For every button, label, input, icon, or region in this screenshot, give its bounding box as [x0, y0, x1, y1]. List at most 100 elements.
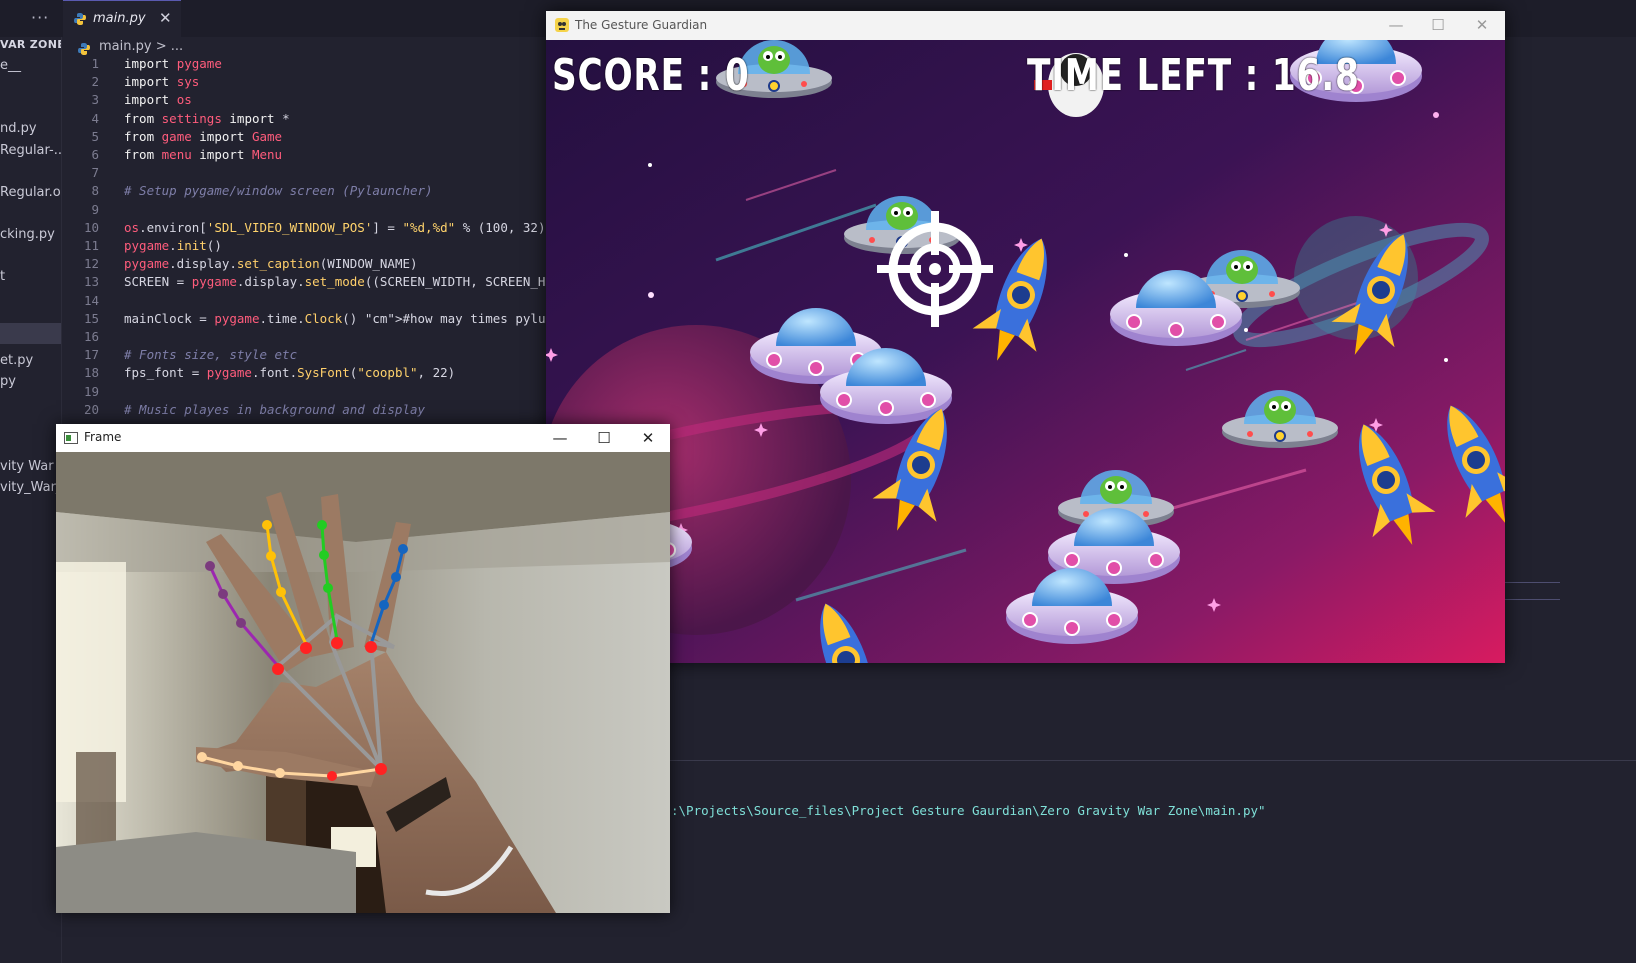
line-number: 12 [83, 256, 99, 272]
line-number: 5 [91, 128, 99, 144]
frame-title-bar[interactable]: Frame — ☐ ✕ [56, 424, 670, 452]
code-line[interactable]: 13 SCREEN = pygame.display.set_mode((SCRE… [61, 274, 571, 293]
code-line[interactable]: 3 import os [61, 92, 571, 111]
breadcrumb-tail[interactable]: ... [171, 39, 183, 54]
terminal-divider [670, 760, 1636, 761]
explorer-item[interactable]: Regular-... [0, 143, 61, 158]
line-number: 11 [83, 238, 99, 253]
explorer-item[interactable]: cking.py [0, 227, 55, 242]
code-text: # Setup pygame/window screen (Pylauncher… [124, 183, 433, 199]
line-number: 6 [91, 147, 99, 162]
explorer-item[interactable]: t [0, 269, 5, 284]
code-line[interactable]: 4 from settings import * [61, 111, 571, 130]
code-text: from menu import Menu [124, 147, 283, 162]
explorer-item[interactable]: vity War ... [0, 459, 61, 474]
more-actions-button[interactable]: ··· [31, 8, 49, 27]
game-window-title: The Gesture Guardian [575, 18, 708, 32]
line-number: 20 [83, 401, 99, 417]
code-line[interactable]: 16 [61, 329, 571, 348]
explorer-item[interactable]: et.py [0, 353, 33, 368]
code-line[interactable]: 20 # Music playes in background and displ… [61, 402, 571, 421]
breadcrumb: main.py > ... [77, 39, 183, 55]
panel-divider [1505, 599, 1560, 600]
code-text: fps_font = pygame.font.SysFont("coopbl",… [124, 365, 456, 381]
score-display: SCORE : 0 [552, 50, 750, 101]
explorer-sidebar: VAR ZONE e__ nd.py Regular-... Regular.o… [0, 37, 62, 963]
game-canvas[interactable]: SCORE : 0 TIME LEFT : 16.8 [546, 40, 1505, 663]
explorer-item[interactable]: e__ [0, 58, 21, 73]
code-line[interactable]: 10 os.environ['SDL_VIDEO_WINDOW_POS'] = "… [61, 220, 571, 239]
game-scene [546, 40, 1505, 663]
code-line[interactable]: 19 [61, 384, 571, 403]
code-line[interactable]: 18 fps_font = pygame.font.SysFont("coopbl… [61, 365, 571, 384]
maximize-button[interactable]: ☐ [1418, 13, 1458, 37]
code-text: # Fonts size, style etc [124, 347, 298, 363]
python-file-icon [78, 43, 90, 55]
code-line[interactable]: 8 # Setup pygame/window screen (Pylaunche… [61, 183, 571, 202]
line-number: 13 [83, 274, 99, 290]
code-line[interactable]: 2 import sys [61, 74, 571, 93]
line-number: 18 [83, 365, 99, 381]
line-number: 14 [83, 292, 99, 308]
code-line[interactable]: 14 [61, 293, 571, 312]
code-text: mainClock = pygame.time.Clock() "cm">#ho… [124, 310, 571, 326]
minimize-button[interactable]: — [540, 426, 580, 450]
opencv-window-icon [64, 432, 78, 444]
explorer-folder-title[interactable]: VAR ZONE [0, 38, 61, 51]
line-number: 1 [91, 56, 99, 71]
code-line[interactable]: 1 import pygame [61, 56, 571, 75]
code-line[interactable]: 11 pygame.init() [61, 238, 571, 257]
code-text: import pygame [124, 56, 222, 71]
breadcrumb-separator: > [155, 39, 167, 54]
line-number: 15 [83, 310, 99, 326]
close-button[interactable]: ✕ [1462, 13, 1502, 37]
code-line[interactable]: 17 # Fonts size, style etc [61, 347, 571, 366]
webcam-scene [56, 452, 670, 913]
code-line[interactable]: 9 [61, 202, 571, 221]
line-number: 17 [83, 347, 99, 363]
explorer-selection [0, 323, 61, 344]
minimize-button[interactable]: — [1376, 13, 1416, 37]
terminal-output: :\Projects\Source_files\Project Gesture … [671, 803, 1266, 818]
line-number: 16 [83, 329, 99, 344]
explorer-item[interactable]: vity_War_... [0, 480, 61, 495]
game-window[interactable]: The Gesture Guardian — ☐ ✕ SCORE: 0 TIM… [546, 11, 1505, 663]
code-text: from settings import * [124, 110, 290, 126]
frame-window-title: Frame [84, 430, 122, 444]
close-button[interactable]: ✕ [628, 426, 668, 450]
maximize-button[interactable]: ☐ [584, 426, 624, 450]
pygame-snake-icon [555, 18, 569, 32]
tab-main-py[interactable]: main.py ✕ [63, 0, 181, 38]
code-line[interactable]: 5 from game import Game [61, 129, 571, 148]
panel-divider [1505, 582, 1560, 583]
webcam-feed [56, 452, 670, 913]
line-number: 7 [91, 165, 99, 181]
time-left-display: TIME LEFT : 16.8 [1027, 50, 1360, 101]
editor-right-area [1505, 37, 1636, 963]
code-line[interactable]: 12 pygame.display.set_caption(WINDOW_NAME… [61, 256, 571, 275]
tab-close-icon[interactable]: ✕ [159, 9, 172, 27]
breadcrumb-file[interactable]: main.py [99, 39, 152, 54]
explorer-item[interactable]: nd.py [0, 121, 37, 136]
camera-frame-window[interactable]: Frame — ☐ ✕ [56, 424, 670, 913]
line-number: 19 [83, 383, 99, 399]
line-number: 4 [91, 110, 99, 126]
line-number: 3 [91, 92, 99, 108]
code-text: pygame.display.set_caption(WINDOW_NAME) [124, 256, 418, 272]
code-line[interactable]: 15 mainClock = pygame.time.Clock() "cm">#… [61, 311, 571, 330]
code-text: import sys [124, 74, 200, 90]
code-text: SCREEN = pygame.display.set_mode((SCREEN… [124, 274, 561, 290]
code-text: from game import Game [124, 128, 283, 144]
code-text: import os [124, 92, 192, 108]
line-number: 9 [91, 201, 99, 217]
explorer-item[interactable]: Regular.otf [0, 185, 61, 200]
line-number: 10 [83, 219, 99, 235]
code-line[interactable]: 6 from menu import Menu [61, 147, 571, 166]
line-number: 2 [91, 74, 99, 90]
game-title-bar[interactable]: The Gesture Guardian — ☐ ✕ [546, 11, 1505, 40]
code-text: # Music playes in background and display [124, 401, 426, 417]
code-line[interactable]: 7 [61, 165, 571, 184]
explorer-item[interactable]: py [0, 374, 16, 389]
code-text: os.environ['SDL_VIDEO_WINDOW_POS'] = "%d… [124, 219, 546, 235]
line-number: 8 [91, 183, 99, 199]
